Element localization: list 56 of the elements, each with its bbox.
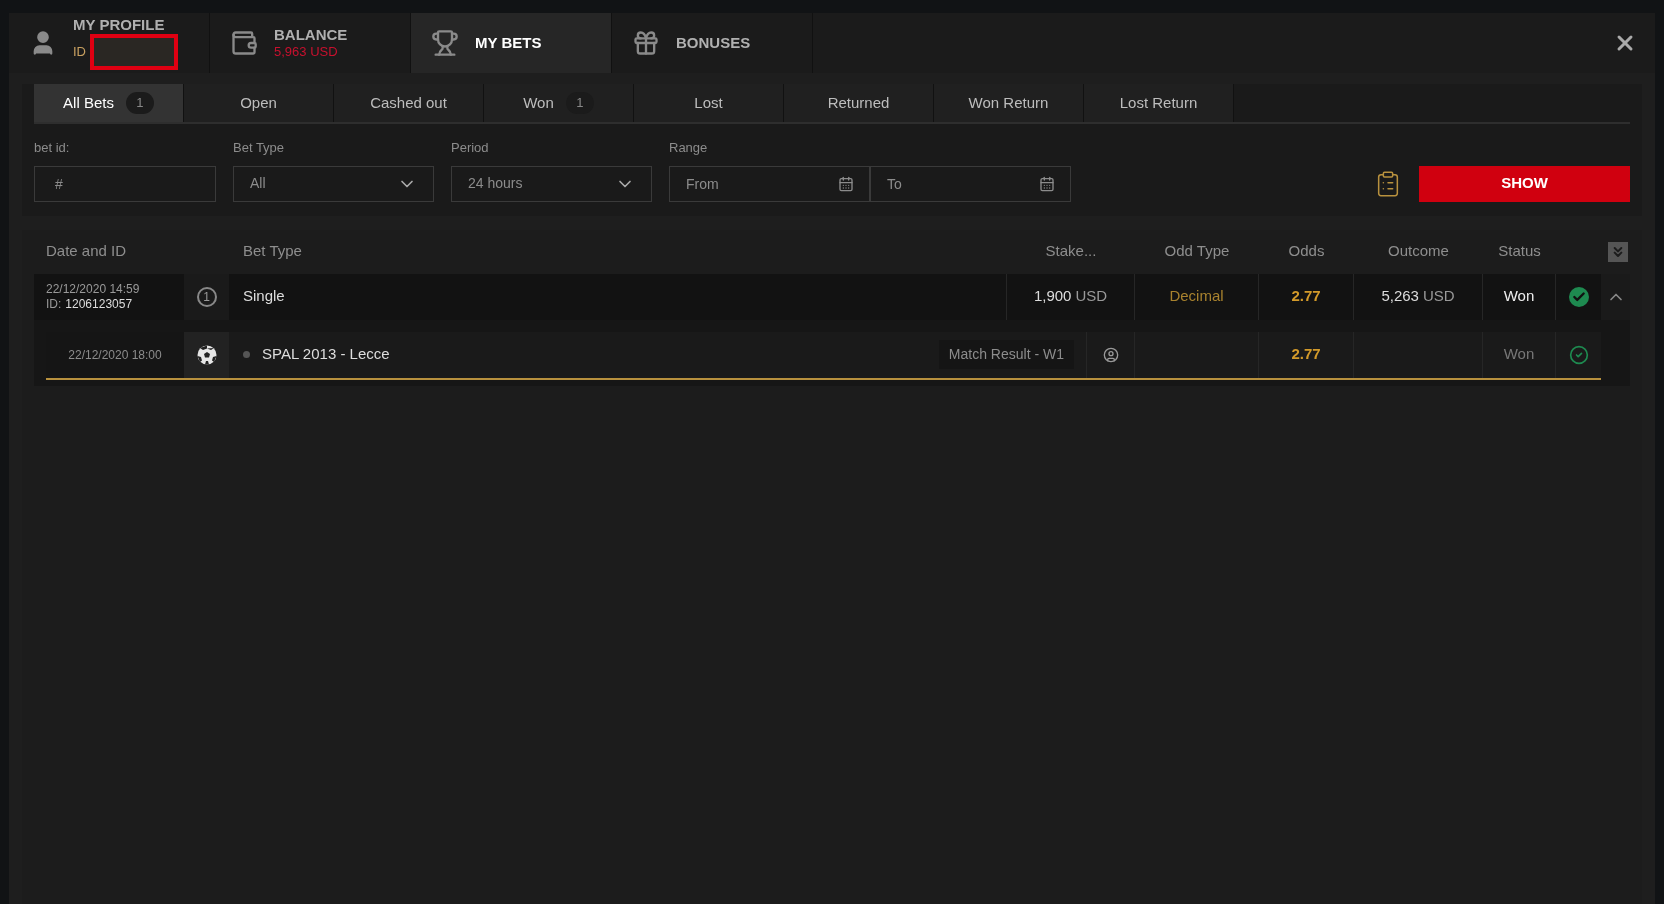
filter-tab[interactable]: All Bets 1	[34, 84, 184, 122]
stake-currency: USD	[1075, 286, 1108, 307]
tab-title: BONUSES	[676, 33, 751, 53]
column-header: Odds	[1287, 241, 1326, 262]
bet-id: 1206123057	[65, 296, 133, 312]
column-header: Odd Type	[1163, 241, 1231, 262]
dropdown[interactable]: All	[233, 165, 434, 202]
market-tag: Match Result - W1	[938, 340, 1074, 369]
column-header: Outcome	[1387, 241, 1450, 262]
stake-amount: 1,900	[1033, 286, 1072, 307]
event-match: SPAL 2013 - Lecce	[262, 344, 391, 365]
column-header: Status	[1497, 241, 1542, 262]
filter-tab[interactable]: Lost Return	[1084, 84, 1234, 122]
gift-icon	[632, 29, 660, 57]
field-label: bet id:	[34, 139, 71, 157]
field-label: Bet Type	[233, 139, 286, 157]
tab-title: MY PROFILE	[73, 15, 166, 35]
bet-status: Won	[1483, 273, 1556, 320]
date-field[interactable]: To	[870, 165, 1071, 202]
user-icon	[1102, 346, 1119, 363]
filter-tab[interactable]: Returned	[784, 84, 934, 122]
column-header: Date and ID	[45, 241, 128, 262]
id-label: ID:	[46, 296, 62, 312]
filter-tab[interactable]: Won 1	[484, 84, 634, 122]
tab-title: BALANCE	[274, 25, 348, 45]
event-status: Won	[1483, 331, 1556, 378]
field-label: Range	[669, 139, 709, 157]
column-header: Stake...	[1044, 241, 1098, 262]
filter-tab[interactable]: Lost	[634, 84, 784, 122]
tab-subtitle: ID	[73, 44, 86, 61]
calendar-icon	[838, 175, 854, 192]
selection-count: 1	[196, 286, 217, 307]
filter-tab[interactable]: Won Return	[934, 84, 1084, 122]
column-header: Bet Type	[242, 241, 303, 262]
odds: 2.77	[1259, 273, 1354, 320]
outcome-amount: 5,263	[1381, 286, 1419, 307]
date-field[interactable]: From	[669, 165, 870, 202]
dropdown[interactable]: 24 hours	[451, 165, 652, 202]
outcome-currency: USD	[1422, 286, 1455, 307]
bet-date: 22/12/2020 14:59	[46, 281, 141, 297]
bet-id-field[interactable]: #	[34, 165, 216, 202]
bet-type: Single	[229, 273, 1007, 320]
event-date: 22/12/2020 18:00	[46, 331, 184, 378]
tab-subtitle: 5,963 USD	[274, 44, 338, 61]
filter-tab[interactable]: Open	[184, 84, 334, 122]
filter-tab[interactable]: Cashed out	[334, 84, 484, 122]
soccer-ball-icon	[196, 344, 217, 365]
event-odds: 2.77	[1259, 331, 1354, 378]
tab-title: MY BETS	[475, 33, 542, 53]
top-tab[interactable]: MY BETS	[411, 13, 612, 73]
trophy-icon	[431, 29, 459, 57]
show-button[interactable]: SHOW	[1419, 165, 1630, 202]
wallet-icon	[230, 29, 258, 57]
odd-type: Decimal	[1135, 273, 1259, 320]
field-label: Period	[451, 139, 490, 157]
calendar-icon	[1039, 175, 1055, 192]
